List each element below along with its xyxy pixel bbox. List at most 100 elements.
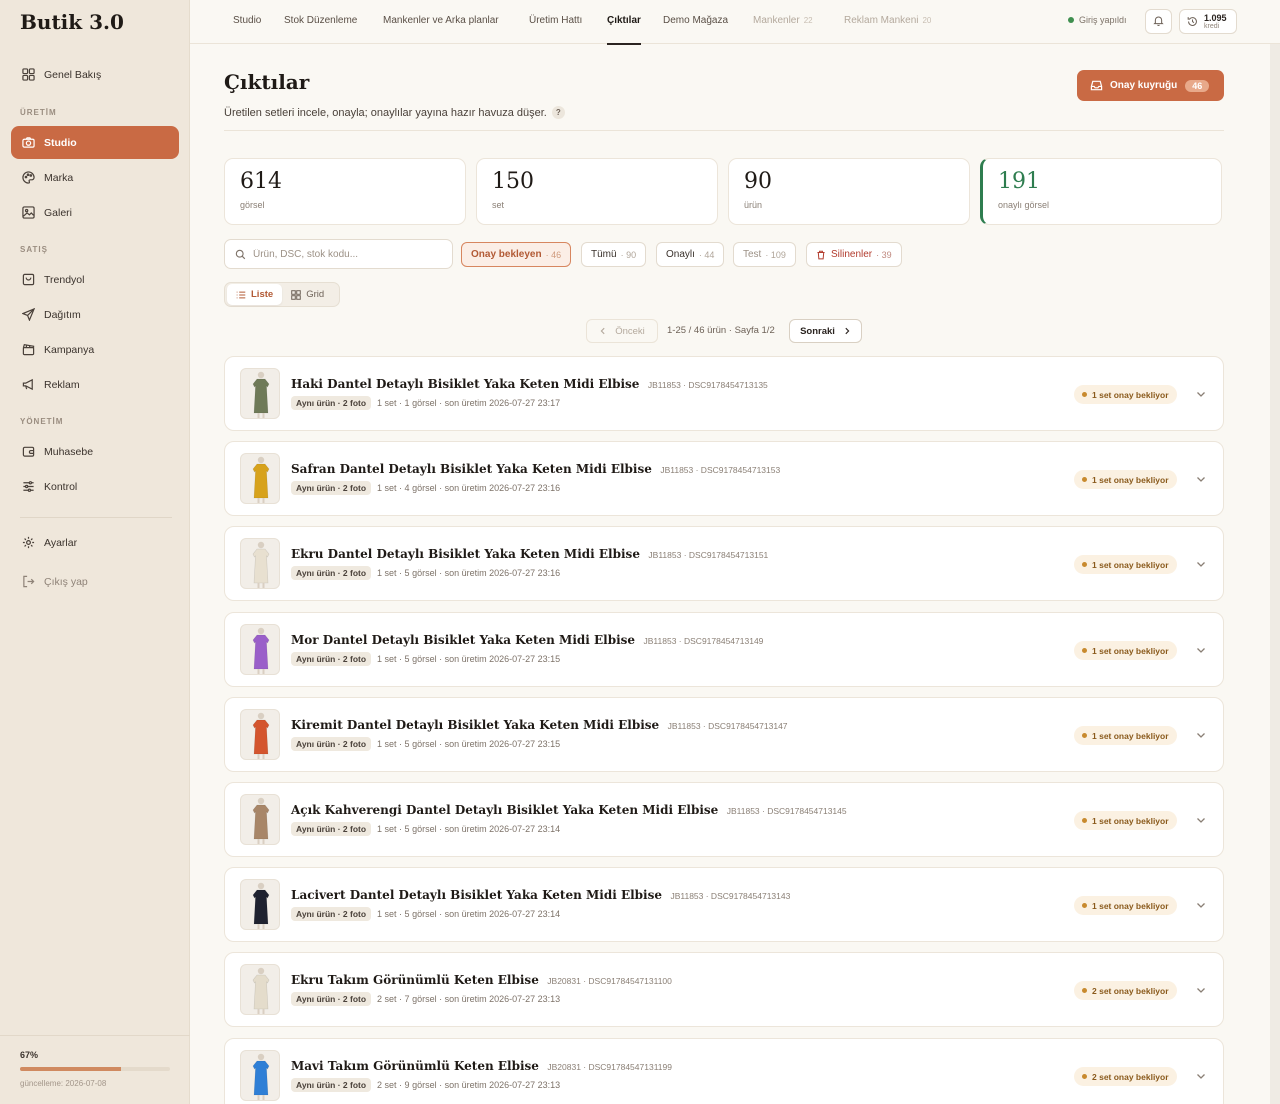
view-grid-label: Grid bbox=[306, 289, 325, 300]
filter-chip-all[interactable]: Tümü · 90 bbox=[581, 242, 647, 267]
tab-outputs[interactable]: Çıktılar bbox=[607, 15, 641, 45]
filter-chip-pending[interactable]: Onay bekleyen · 46 bbox=[461, 242, 572, 267]
filter-chip-test[interactable]: Test · 109 bbox=[733, 242, 796, 267]
section-title-production: ÜRETİM bbox=[20, 108, 57, 117]
sidebar-item-gallery[interactable]: Galeri bbox=[11, 196, 179, 229]
same-product-tag: Aynı ürün · 2 foto bbox=[291, 396, 372, 410]
status-badge: 1 set onay bekliyor bbox=[1074, 896, 1177, 915]
product-meta: Aynı ürün · 2 foto 1 set · 5 görsel · so… bbox=[291, 652, 560, 666]
product-row[interactable]: Kiremit Dantel Detaylı Bisiklet Yaka Ket… bbox=[224, 697, 1224, 772]
view-list-button[interactable]: Liste bbox=[227, 284, 283, 305]
sidebar-item-label: Studio bbox=[44, 136, 77, 149]
product-meta-text: 1 set · 5 görsel · son üretim 2026-07-27… bbox=[377, 909, 561, 919]
chip-count-value: 39 bbox=[881, 249, 892, 260]
search-input[interactable] bbox=[253, 248, 443, 260]
view-grid-button[interactable]: Grid bbox=[282, 284, 333, 305]
expand-row-button[interactable] bbox=[1194, 983, 1208, 997]
product-row[interactable]: Haki Dantel Detaylı Bisiklet Yaka Keten … bbox=[224, 356, 1224, 431]
filter-chip-deleted[interactable]: Silinenler · 39 bbox=[806, 242, 902, 267]
product-codes: JB20831 · DSC91784547131199 bbox=[547, 1062, 672, 1072]
product-row[interactable]: Mavi Takım Görünümlü Keten Elbise JB2083… bbox=[224, 1038, 1224, 1104]
search-icon bbox=[235, 249, 246, 260]
status-label: 2 set onay bekliyor bbox=[1092, 985, 1169, 996]
chevron-down-icon bbox=[1196, 815, 1206, 825]
sidebar-item-trendyol[interactable]: Trendyol bbox=[11, 263, 179, 296]
status-dot bbox=[1082, 818, 1087, 823]
expand-row-button[interactable] bbox=[1194, 813, 1208, 827]
tab-stock-editing[interactable]: Stok Düzenleme bbox=[284, 15, 357, 26]
expand-row-button[interactable] bbox=[1194, 472, 1208, 486]
tab-production-line[interactable]: Üretim Hattı bbox=[529, 15, 582, 26]
help-icon[interactable]: ? bbox=[551, 106, 565, 119]
expand-row-button[interactable] bbox=[1194, 1069, 1208, 1083]
product-row[interactable]: Ekru Takım Görünümlü Keten Elbise JB2083… bbox=[224, 952, 1224, 1027]
expand-row-button[interactable] bbox=[1194, 557, 1208, 571]
sidebar-item-campaign[interactable]: Kampanya bbox=[11, 333, 179, 366]
scrollbar[interactable] bbox=[1270, 44, 1280, 1104]
view-toggle: Liste Grid bbox=[224, 282, 340, 307]
chevron-right-icon bbox=[843, 327, 851, 335]
login-status-label: Giriş yapıldı bbox=[1079, 15, 1127, 25]
pager-prev-label: Önceki bbox=[615, 325, 645, 337]
notifications-button[interactable] bbox=[1145, 9, 1172, 34]
status-dot bbox=[1082, 648, 1087, 653]
product-row[interactable]: Mor Dantel Detaylı Bisiklet Yaka Keten M… bbox=[224, 612, 1224, 687]
tab-studio[interactable]: Studio bbox=[233, 15, 261, 26]
chip-count: · 90 bbox=[620, 249, 637, 260]
chevron-down-icon bbox=[1196, 474, 1206, 484]
sidebar-item-ads[interactable]: Reklam bbox=[11, 368, 179, 401]
status-dot bbox=[1082, 733, 1087, 738]
camera-icon bbox=[21, 136, 35, 150]
product-name: Safran Dantel Detaylı Bisiklet Yaka Kete… bbox=[291, 462, 652, 476]
same-product-tag: Aynı ürün · 2 foto bbox=[291, 992, 372, 1006]
sidebar-item-brand[interactable]: Marka bbox=[11, 161, 179, 194]
credit-button[interactable]: 1.095 kredi bbox=[1179, 9, 1237, 34]
product-name: Mor Dantel Detaylı Bisiklet Yaka Keten M… bbox=[291, 633, 636, 647]
tab-demo-store[interactable]: Demo Mağaza bbox=[663, 15, 728, 26]
status-dot bbox=[1082, 1074, 1087, 1079]
stat-card-images: 614 görsel bbox=[224, 158, 466, 225]
product-meta: Aynı ürün · 2 foto 1 set · 5 görsel · so… bbox=[291, 822, 560, 836]
product-thumbnail bbox=[240, 538, 280, 589]
grid-icon bbox=[21, 68, 35, 82]
product-row[interactable]: Açık Kahverengi Dantel Detaylı Bisiklet … bbox=[224, 782, 1224, 857]
sidebar-item-overview[interactable]: Genel Bakış bbox=[11, 58, 179, 91]
tab-mannequins-backgrounds[interactable]: Mankenler ve Arka planlar bbox=[383, 15, 499, 26]
pager-prev-button[interactable]: Önceki bbox=[586, 319, 658, 343]
status-label: 1 set onay bekliyor bbox=[1092, 474, 1169, 485]
product-name: Mavi Takım Görünümlü Keten Elbise bbox=[291, 1059, 539, 1073]
product-row[interactable]: Lacivert Dantel Detaylı Bisiklet Yaka Ke… bbox=[224, 867, 1224, 942]
status-dot bbox=[1082, 562, 1087, 567]
logout-icon bbox=[21, 575, 35, 589]
product-meta: Aynı ürün · 2 foto 1 set · 5 görsel · so… bbox=[291, 737, 560, 751]
sidebar-item-studio[interactable]: Studio bbox=[11, 126, 179, 159]
usage-progress-fill bbox=[20, 1067, 121, 1071]
usage-percent: 67% bbox=[20, 1050, 39, 1060]
tab-ad-mannequin[interactable]: Reklam Mankeni 20 bbox=[844, 15, 931, 26]
expand-row-button[interactable] bbox=[1194, 387, 1208, 401]
sidebar-item-settings[interactable]: Ayarlar bbox=[11, 526, 179, 559]
pager-next-button[interactable]: Sonraki bbox=[789, 319, 862, 343]
sidebar-item-label: Kampanya bbox=[44, 343, 95, 356]
sidebar-item-distribution[interactable]: Dağıtım bbox=[11, 298, 179, 331]
product-row[interactable]: Safran Dantel Detaylı Bisiklet Yaka Kete… bbox=[224, 441, 1224, 516]
product-name: Lacivert Dantel Detaylı Bisiklet Yaka Ke… bbox=[291, 888, 662, 902]
product-meta: Aynı ürün · 2 foto 2 set · 7 görsel · so… bbox=[291, 992, 560, 1006]
approval-queue-button[interactable]: Onay kuyruğu 46 bbox=[1077, 70, 1224, 101]
tab-count: 20 bbox=[922, 16, 932, 25]
sidebar-item-logout[interactable]: Çıkış yap bbox=[11, 565, 179, 598]
status-label: 1 set onay bekliyor bbox=[1092, 645, 1169, 656]
sidebar-item-control[interactable]: Kontrol bbox=[11, 470, 179, 503]
expand-row-button[interactable] bbox=[1194, 728, 1208, 742]
tab-mannequins[interactable]: Mankenler 22 bbox=[753, 15, 813, 26]
product-row[interactable]: Ekru Dantel Detaylı Bisiklet Yaka Keten … bbox=[224, 526, 1224, 601]
status-label: 1 set onay bekliyor bbox=[1092, 815, 1169, 826]
expand-row-button[interactable] bbox=[1194, 643, 1208, 657]
credit-info: 1.095 kredi bbox=[1204, 13, 1227, 30]
filter-chip-approved[interactable]: Onaylı · 44 bbox=[656, 242, 725, 267]
brand-logo: Butik 3.0 bbox=[20, 10, 124, 34]
product-codes: JB11853 · DSC9178454713151 bbox=[648, 550, 769, 560]
expand-row-button[interactable] bbox=[1194, 898, 1208, 912]
product-meta: Aynı ürün · 2 foto 1 set · 5 görsel · so… bbox=[291, 907, 560, 921]
sidebar-item-accounting[interactable]: Muhasebe bbox=[11, 435, 179, 468]
